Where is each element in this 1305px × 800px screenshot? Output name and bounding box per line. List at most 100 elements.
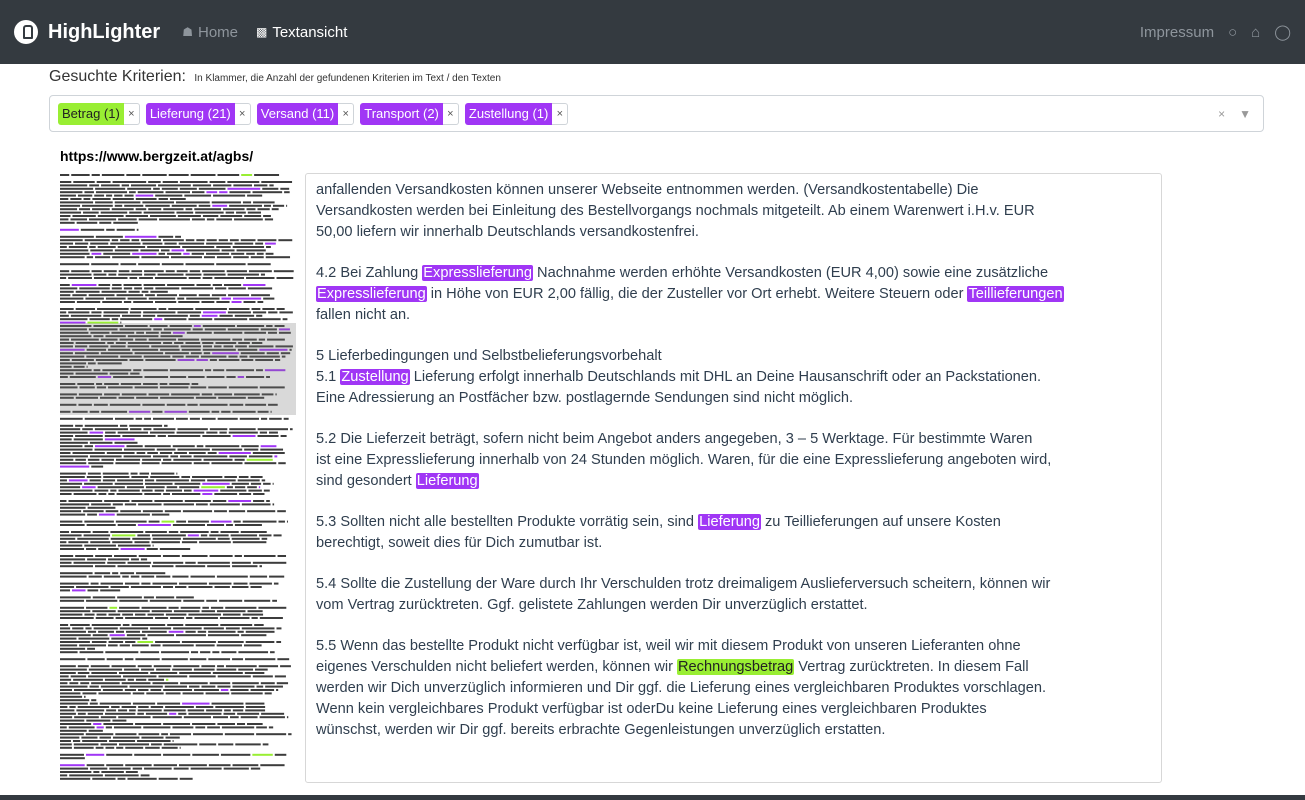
minimap-line bbox=[60, 441, 88, 444]
minimap-line bbox=[73, 438, 103, 441]
minimap-line bbox=[189, 675, 216, 678]
minimap-line bbox=[202, 606, 209, 609]
minimap-line bbox=[114, 204, 123, 207]
minimap-line bbox=[272, 482, 274, 485]
minimap-line bbox=[165, 613, 187, 616]
criteria-tag-input[interactable]: Betrag (1) × Lieferung (21) × Versand (1… bbox=[49, 95, 1264, 132]
minimap-line bbox=[185, 273, 202, 276]
minimap-line bbox=[105, 510, 119, 513]
minimap-line bbox=[289, 428, 293, 431]
minimap-line bbox=[247, 486, 257, 489]
document-minimap[interactable] bbox=[60, 172, 296, 782]
highlight-lieferung[interactable]: Expresslieferung bbox=[316, 286, 427, 302]
minimap-line bbox=[82, 428, 93, 431]
minimap-line bbox=[121, 682, 151, 685]
highlight-zustellung[interactable]: Zustellung bbox=[340, 369, 410, 385]
minimap-line bbox=[156, 668, 171, 671]
minimap-line bbox=[245, 702, 265, 705]
highlight-lieferung[interactable]: Teillieferungen bbox=[967, 286, 1064, 302]
nav-textview[interactable]: ▩ Textansicht bbox=[256, 24, 347, 41]
minimap-line bbox=[123, 284, 142, 286]
minimap-line bbox=[129, 424, 163, 427]
github-icon[interactable]: ○ bbox=[1228, 24, 1237, 41]
minimap-line bbox=[243, 301, 256, 303]
minimap-line bbox=[179, 746, 181, 749]
minimap-line bbox=[120, 239, 130, 242]
minimap-line bbox=[180, 606, 201, 609]
minimap-line bbox=[87, 658, 105, 661]
minimap-line bbox=[94, 194, 105, 197]
tag-remove-button[interactable]: × bbox=[234, 102, 251, 125]
minimap-line bbox=[105, 712, 136, 715]
minimap-viewport-handle[interactable] bbox=[60, 323, 296, 415]
minimap-line bbox=[224, 476, 237, 478]
minimap-line bbox=[60, 534, 82, 537]
text-line: Eine Adressierung an Postfächer bzw. pos… bbox=[316, 390, 854, 406]
minimap-line bbox=[254, 624, 264, 626]
minimap-line bbox=[105, 726, 112, 729]
tag-zustellung: Zustellung (1) × bbox=[464, 102, 569, 125]
minimap-line bbox=[60, 757, 85, 760]
minimap-line bbox=[87, 458, 100, 461]
bank-icon[interactable]: ⌂ bbox=[1251, 24, 1260, 41]
tag-remove-button[interactable]: × bbox=[552, 102, 569, 125]
minimap-line bbox=[253, 201, 275, 204]
minimap-line bbox=[123, 287, 133, 290]
minimap-line bbox=[60, 452, 71, 454]
minimap-line bbox=[245, 706, 266, 708]
minimap-line bbox=[60, 290, 74, 293]
minimap-line bbox=[60, 586, 75, 588]
highlight-lieferung[interactable]: Expresslieferung bbox=[422, 265, 533, 281]
minimap-line bbox=[60, 774, 68, 777]
nav-home[interactable]: ☗ Home bbox=[182, 24, 238, 41]
minimap-line bbox=[60, 651, 78, 654]
minimap-line bbox=[195, 644, 215, 647]
minimap-line bbox=[176, 270, 188, 273]
minimap-line bbox=[241, 627, 275, 630]
highlight-lieferung[interactable]: Lieferung bbox=[698, 514, 761, 530]
minimap-line bbox=[194, 617, 218, 619]
minimap-line bbox=[89, 441, 113, 444]
minimap-line bbox=[142, 510, 163, 513]
brand[interactable]: HighLighter bbox=[14, 20, 160, 44]
minimap-line bbox=[130, 308, 157, 310]
text-run: Vertrag zurücktreten. In diesem Fall bbox=[794, 659, 1029, 675]
minimap-line bbox=[89, 184, 100, 187]
clear-all-icon[interactable]: × bbox=[1218, 107, 1225, 121]
minimap-line bbox=[135, 194, 154, 197]
minimap-line bbox=[60, 438, 72, 441]
minimap-line bbox=[217, 537, 230, 540]
minimap-line bbox=[184, 500, 211, 502]
minimap-line bbox=[217, 665, 224, 668]
minimap-line bbox=[73, 181, 95, 183]
minimap-line bbox=[71, 174, 90, 176]
minimap-line bbox=[264, 218, 274, 221]
nav-impressum[interactable]: Impressum bbox=[1140, 24, 1214, 41]
lightbulb-icon[interactable]: ◯ bbox=[1274, 23, 1291, 41]
text-run: sind gesondert bbox=[316, 473, 416, 489]
minimap-line bbox=[70, 218, 88, 221]
text-line: wünschst, werden wir Dir ggf. bereits er… bbox=[316, 722, 886, 738]
minimap-line bbox=[137, 740, 171, 742]
minimap-line bbox=[86, 524, 116, 526]
highlight-lieferung[interactable]: Lieferung bbox=[415, 473, 479, 489]
tag-remove-button[interactable]: × bbox=[123, 102, 140, 125]
minimap-line bbox=[251, 294, 270, 297]
minimap-line bbox=[249, 582, 272, 585]
minimap-line bbox=[86, 548, 97, 550]
minimap-line bbox=[71, 284, 97, 286]
chevron-down-icon[interactable]: ▼ bbox=[1239, 107, 1251, 121]
minimap-line bbox=[163, 503, 194, 506]
minimap-line bbox=[72, 294, 87, 297]
minimap-line bbox=[214, 277, 245, 279]
minimap-line bbox=[98, 548, 119, 550]
highlight-betrag[interactable]: Rechnungsbetrag bbox=[677, 659, 795, 675]
tag-remove-button[interactable]: × bbox=[338, 102, 355, 125]
minimap-line bbox=[114, 201, 141, 204]
minimap-line bbox=[191, 252, 205, 255]
document-text-panel[interactable]: anfallenden Versandkosten können unserer… bbox=[305, 173, 1162, 783]
minimap-line bbox=[68, 479, 88, 482]
tag-remove-button[interactable]: × bbox=[442, 102, 459, 125]
minimap-line bbox=[257, 301, 264, 303]
minimap-line bbox=[88, 575, 102, 578]
